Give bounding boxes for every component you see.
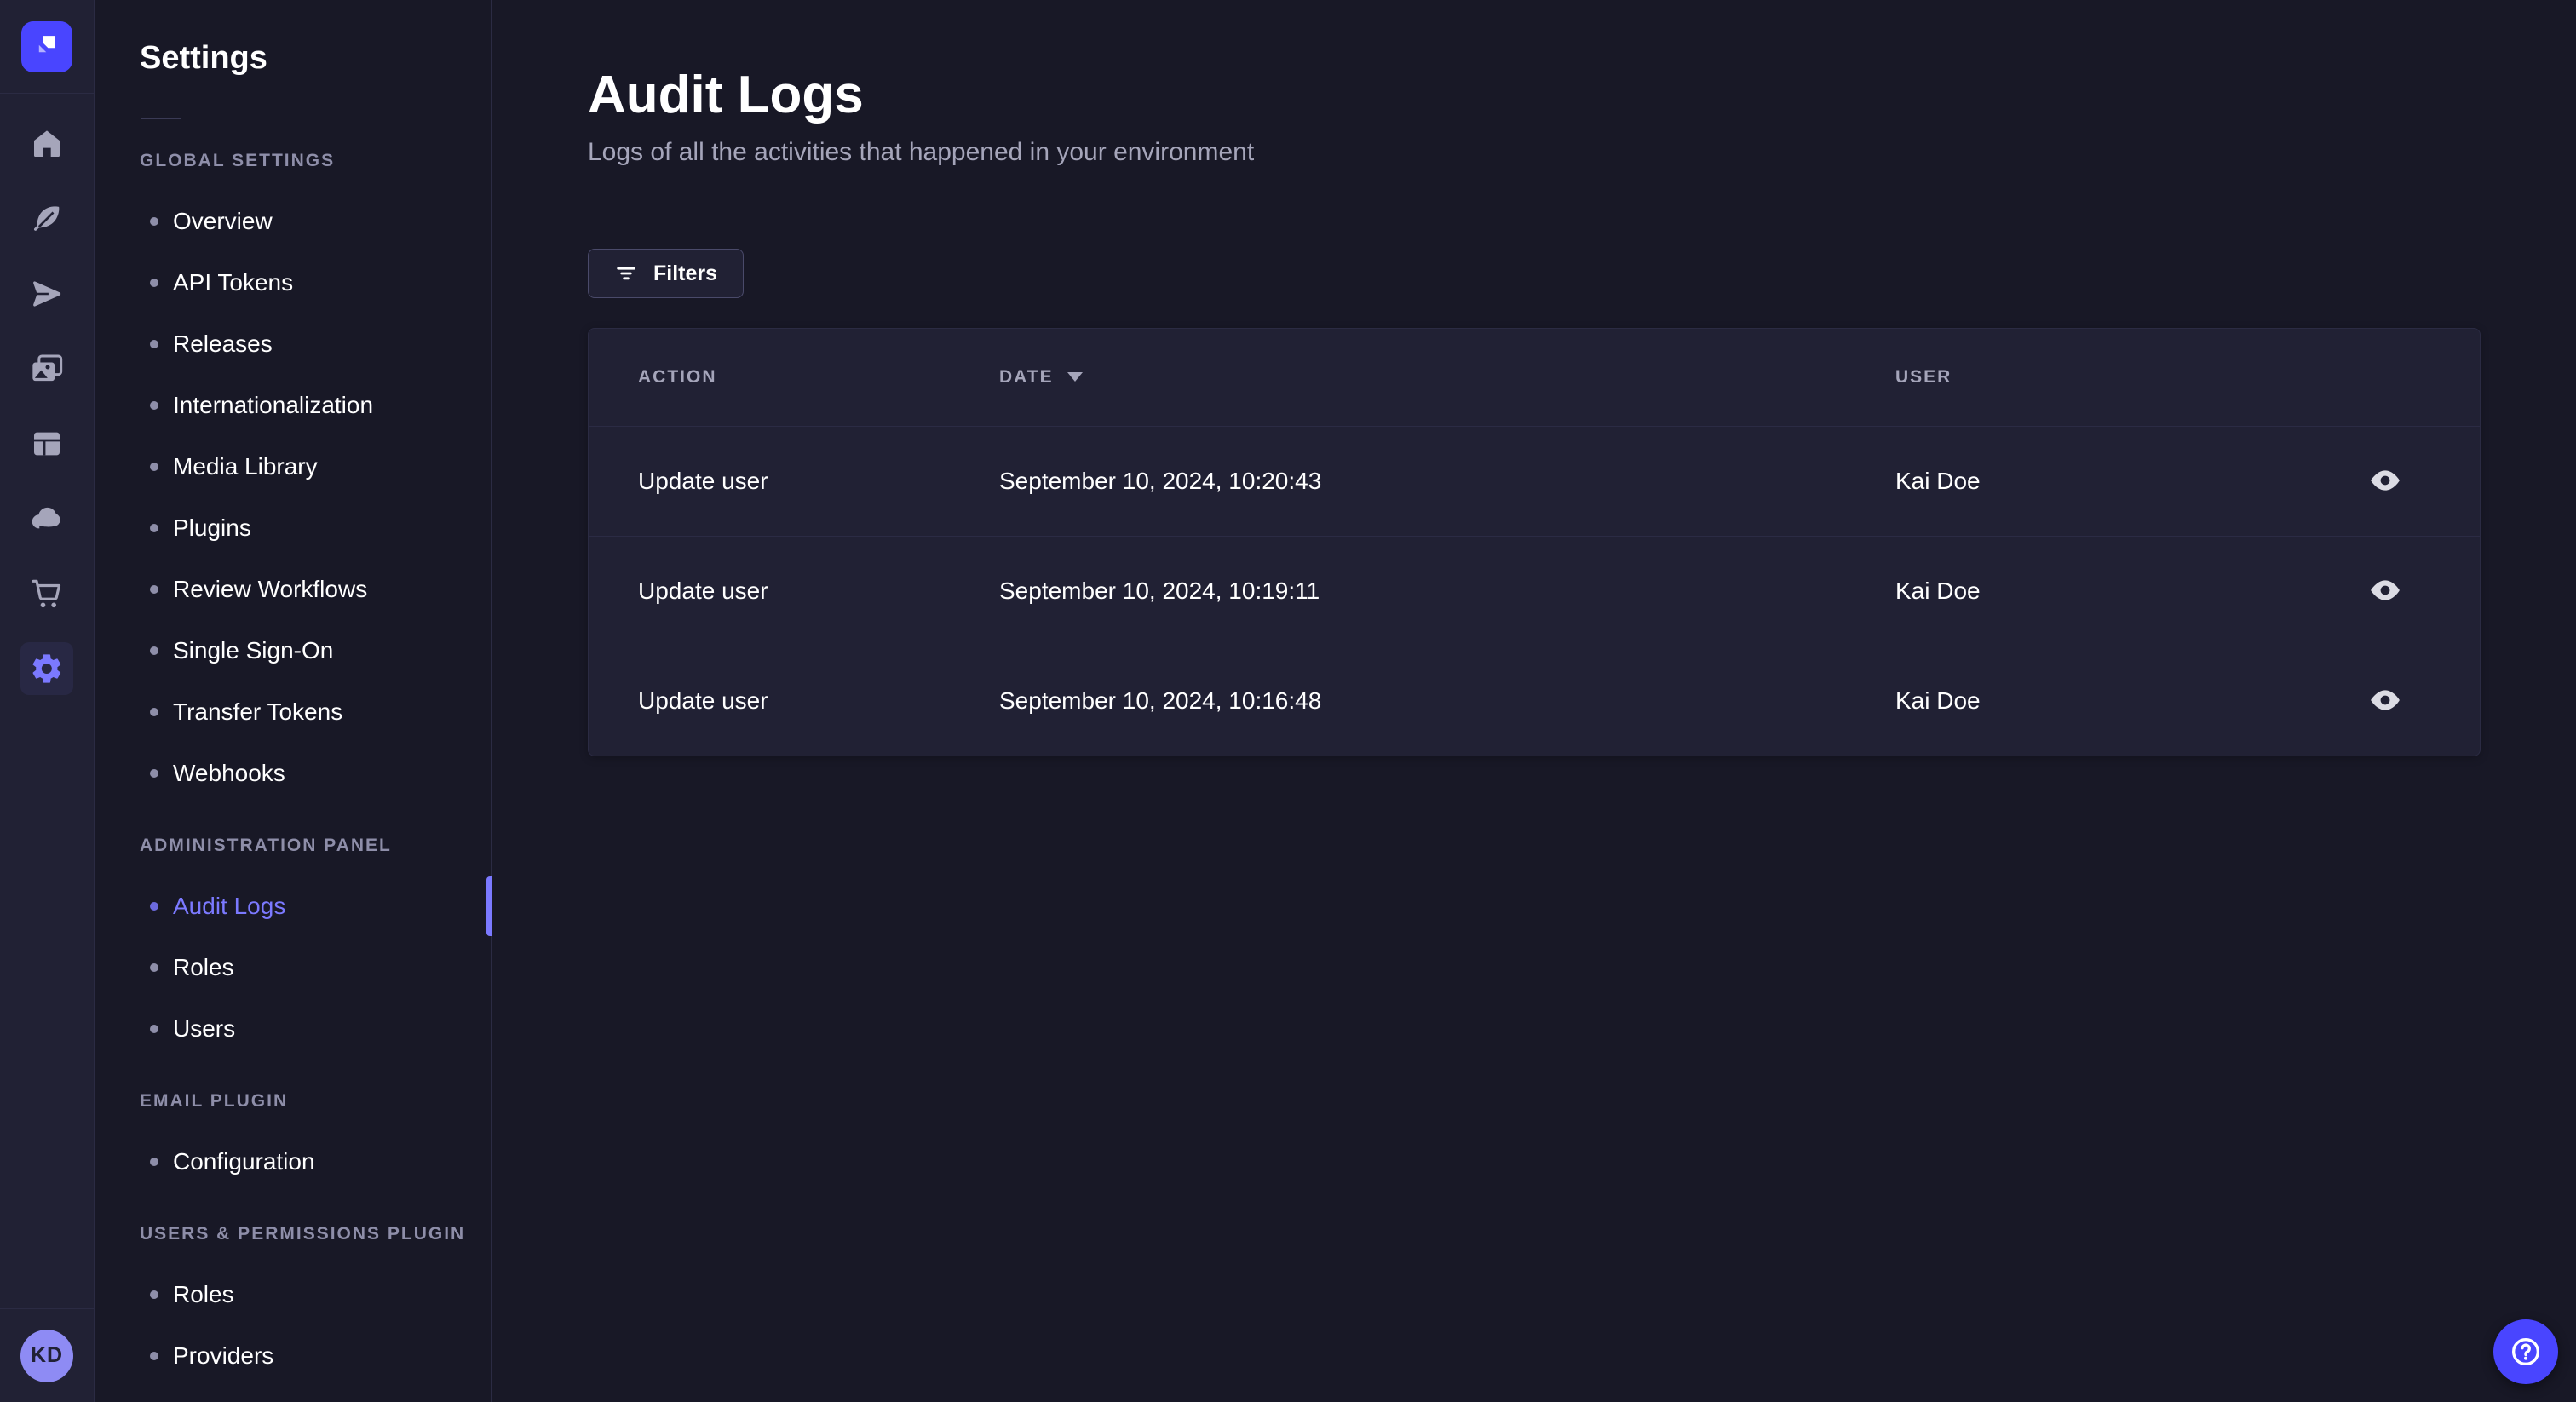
global-settings-list: Overview API Tokens Releases Internation… — [95, 191, 491, 804]
subnav-title: Settings — [140, 40, 267, 76]
table-row[interactable]: Update user September 10, 2024, 10:20:43… — [589, 426, 2480, 536]
question-mark-icon — [2509, 1335, 2543, 1369]
section-heading-email-plugin: EMAIL PLUGIN — [140, 1091, 289, 1111]
sidebar-item-users[interactable]: Users — [95, 998, 491, 1060]
filter-icon — [614, 261, 638, 285]
column-header-date-label: DATE — [999, 366, 1054, 387]
title-divider — [141, 118, 181, 119]
main-nav-rail: KD — [0, 0, 95, 1402]
help-button[interactable] — [2493, 1319, 2558, 1384]
audit-logs-table-card: ACTION DATE USER Update user September 1… — [588, 328, 2481, 756]
sidebar-item-releases[interactable]: Releases — [95, 313, 491, 375]
view-log-button[interactable] — [2366, 684, 2405, 716]
layout-icon[interactable] — [20, 417, 73, 470]
filters-button-label: Filters — [653, 261, 718, 285]
sidebar-item-transfer-tokens[interactable]: Transfer Tokens — [95, 681, 491, 743]
users-permissions-plugin-list: Roles Providers — [95, 1264, 491, 1387]
avatar[interactable]: KD — [20, 1329, 73, 1382]
rail-icon-list — [0, 118, 94, 695]
settings-subnav: Settings GLOBAL SETTINGS Overview API To… — [95, 0, 492, 1402]
cell-date: September 10, 2024, 10:16:48 — [999, 687, 1322, 714]
sidebar-item-webhooks[interactable]: Webhooks — [95, 743, 491, 804]
cell-action: Update user — [638, 687, 768, 714]
images-icon[interactable] — [20, 342, 73, 395]
email-plugin-list: Configuration — [95, 1131, 491, 1192]
sidebar-item-audit-logs[interactable]: Audit Logs — [95, 876, 492, 937]
cloud-icon[interactable] — [20, 492, 73, 545]
workspace-logo[interactable] — [21, 20, 72, 72]
sidebar-item-up-roles[interactable]: Roles — [95, 1264, 491, 1325]
home-icon[interactable] — [20, 118, 73, 170]
eye-icon — [2371, 470, 2400, 494]
column-header-actions — [2287, 329, 2480, 426]
eye-icon — [2371, 580, 2400, 604]
cell-user: Kai Doe — [1895, 467, 1981, 494]
feather-icon[interactable] — [20, 192, 73, 245]
logo-box — [0, 0, 94, 94]
sidebar-item-media-library[interactable]: Media Library — [95, 436, 491, 497]
active-indicator — [486, 876, 492, 936]
table-row[interactable]: Update user September 10, 2024, 10:16:48… — [589, 646, 2480, 756]
filters-button[interactable]: Filters — [588, 249, 745, 298]
cell-user: Kai Doe — [1895, 577, 1981, 604]
view-log-button[interactable] — [2366, 464, 2405, 497]
sidebar-item-providers[interactable]: Providers — [95, 1325, 491, 1387]
audit-logs-table: ACTION DATE USER Update user September 1… — [589, 329, 2480, 756]
sidebar-item-overview[interactable]: Overview — [95, 191, 491, 252]
section-heading-users-permissions-plugin: USERS & PERMISSIONS PLUGIN — [140, 1224, 466, 1244]
cart-icon[interactable] — [20, 567, 73, 620]
view-log-button[interactable] — [2366, 574, 2405, 606]
sidebar-item-configuration[interactable]: Configuration — [95, 1131, 491, 1192]
sort-descending-icon — [1067, 372, 1083, 382]
sidebar-item-label: Audit Logs — [173, 893, 286, 919]
sidebar-item-review-workflows[interactable]: Review Workflows — [95, 559, 491, 620]
section-heading-global-settings: GLOBAL SETTINGS — [140, 151, 336, 170]
rail-bottom: KD — [0, 1308, 94, 1402]
page-subtitle: Logs of all the activities that happened… — [588, 138, 1255, 166]
column-header-user: USER — [1895, 366, 1952, 387]
sidebar-item-plugins[interactable]: Plugins — [95, 497, 491, 559]
page-title: Audit Logs — [588, 66, 864, 124]
cell-action: Update user — [638, 467, 768, 494]
sidebar-item-roles[interactable]: Roles — [95, 937, 491, 998]
cell-date: September 10, 2024, 10:20:43 — [999, 467, 1322, 494]
section-heading-administration-panel: ADMINISTRATION PANEL — [140, 836, 392, 855]
table-row[interactable]: Update user September 10, 2024, 10:19:11… — [589, 536, 2480, 646]
sidebar-item-single-sign-on[interactable]: Single Sign-On — [95, 620, 491, 681]
eye-icon — [2371, 690, 2400, 714]
sidebar-item-internationalization[interactable]: Internationalization — [95, 375, 491, 436]
cell-action: Update user — [638, 577, 768, 604]
cell-user: Kai Doe — [1895, 687, 1981, 714]
column-header-date: DATE — [999, 329, 1895, 426]
administration-panel-list: Audit Logs Roles Users — [95, 876, 492, 1060]
cell-date: September 10, 2024, 10:19:11 — [999, 577, 1320, 604]
strapi-logo-icon — [32, 30, 61, 63]
table-header-row: ACTION DATE USER — [589, 329, 2480, 426]
column-header-action: ACTION — [638, 366, 717, 387]
sidebar-item-api-tokens[interactable]: API Tokens — [95, 252, 491, 313]
main-content: Audit Logs Logs of all the activities th… — [492, 0, 2576, 1402]
gear-icon[interactable] — [20, 642, 73, 695]
send-icon[interactable] — [20, 267, 73, 320]
sort-by-date[interactable]: DATE — [999, 367, 1895, 388]
